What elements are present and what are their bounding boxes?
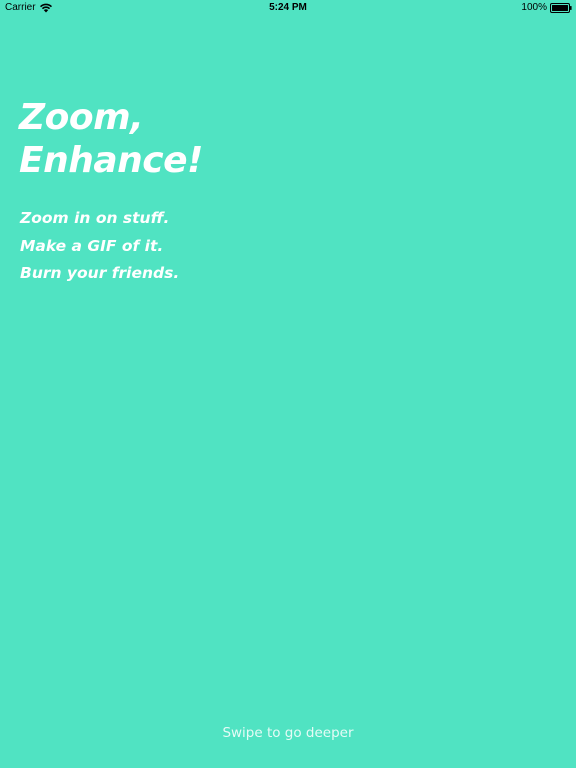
hero-title-line-2: Enhance! (19, 140, 203, 181)
status-time: 5:24 PM (269, 2, 307, 13)
status-right: 100% (521, 2, 572, 14)
hero-title-line-1: Zoom, (19, 97, 144, 138)
battery-percent: 100% (521, 2, 547, 13)
tagline-list: Zoom in on stuff. Make a GIF of it. Burn… (20, 205, 179, 288)
swipe-hint[interactable]: Swipe to go deeper (0, 724, 576, 742)
tagline-item: Zoom in on stuff. (20, 209, 170, 227)
tagline-item: Burn your friends. (20, 264, 180, 282)
hero-title: Zoom, Enhance! (19, 96, 203, 182)
status-bar: Carrier 5:24 PM 100% (0, 0, 576, 16)
battery-full-icon (550, 3, 572, 13)
tagline-item: Make a GIF of it. (20, 236, 164, 255)
